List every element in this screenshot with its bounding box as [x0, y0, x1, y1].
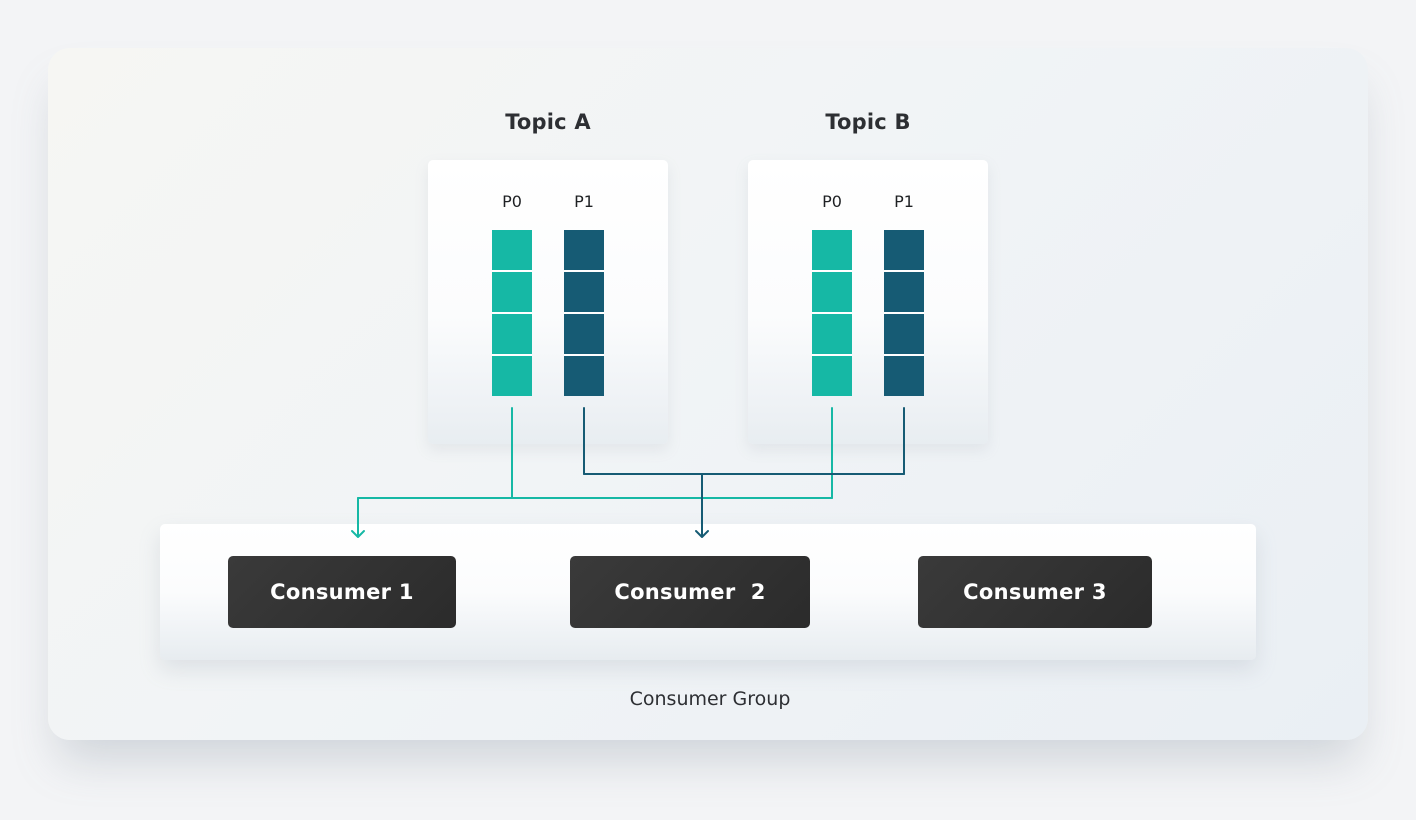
- connector-arrows: [351, 407, 905, 538]
